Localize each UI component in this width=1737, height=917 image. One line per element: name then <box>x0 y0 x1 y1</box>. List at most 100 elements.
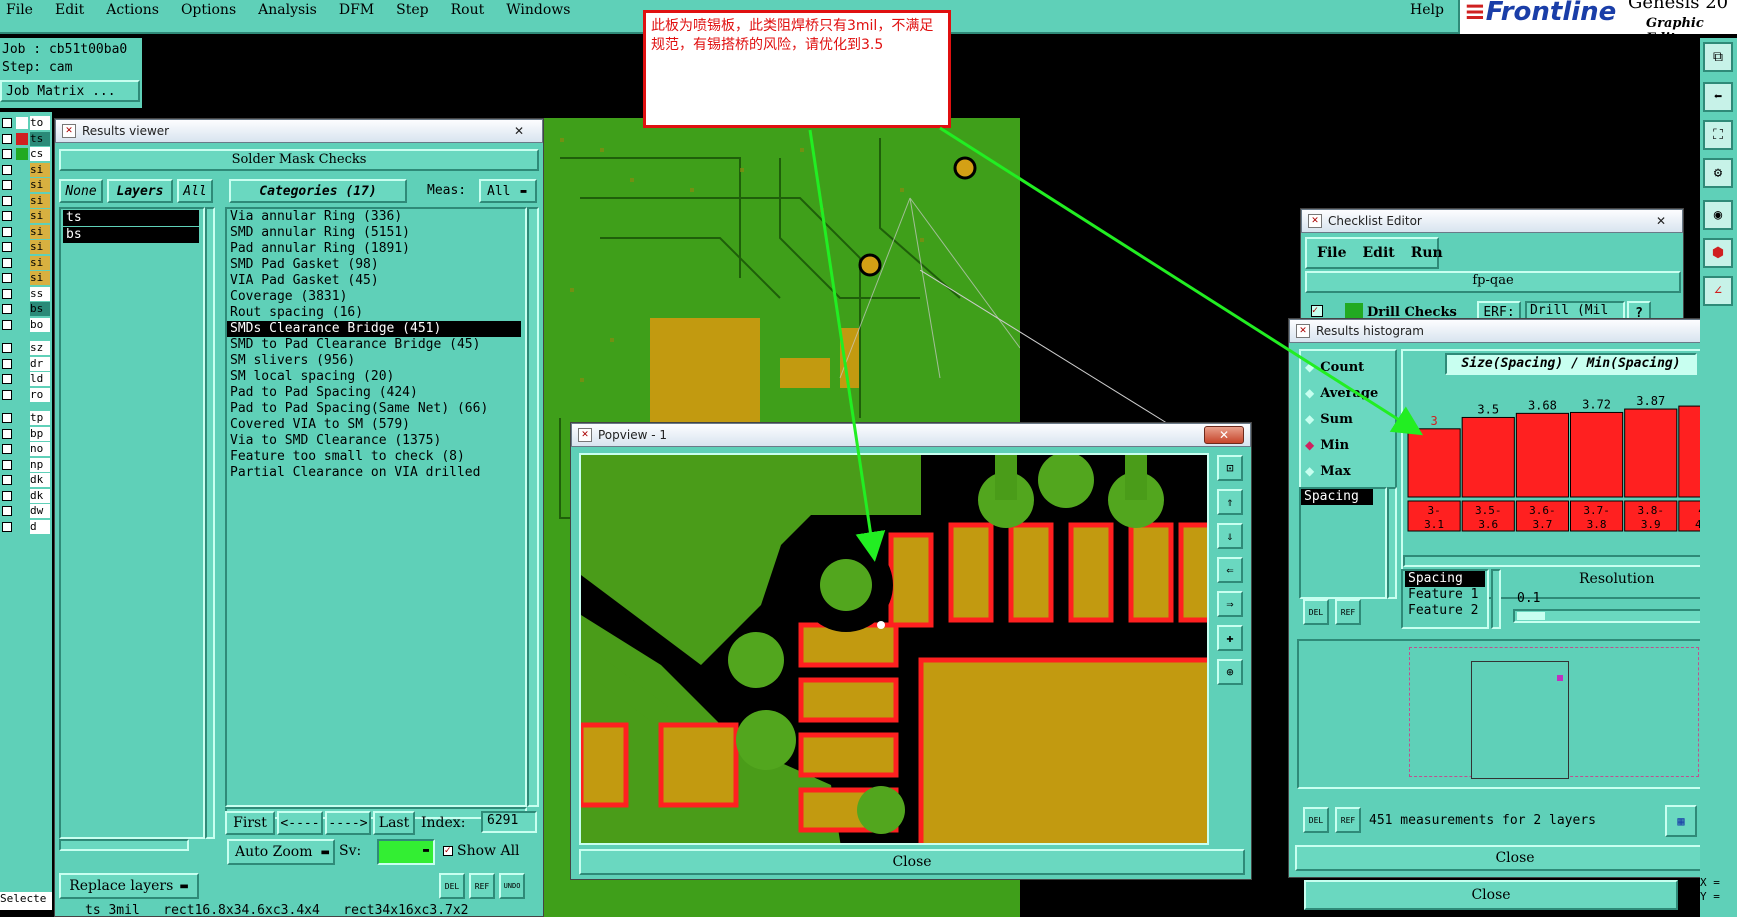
menu-edit[interactable]: Edit <box>55 2 84 18</box>
layer-checkbox-icon[interactable] <box>2 257 12 268</box>
histogram-close-button[interactable]: Close <box>1295 845 1735 871</box>
close-icon[interactable]: ✕ <box>1656 214 1666 228</box>
categories-button[interactable]: Categories (17) <box>229 179 407 203</box>
measure-icon[interactable]: ∠ <box>1703 276 1733 306</box>
auto-zoom-dropdown[interactable]: Auto Zoom ▬ <box>227 839 335 865</box>
layer-tab[interactable]: si <box>0 255 52 270</box>
category-item[interactable]: SMD to Pad Clearance Bridge (45) <box>227 337 521 353</box>
popview-close-button[interactable]: Close <box>579 849 1245 875</box>
layer-tab[interactable]: to <box>0 116 52 130</box>
chart-hscrollbar[interactable] <box>1403 555 1736 567</box>
layer-checkbox-icon[interactable] <box>2 226 12 237</box>
category-item[interactable]: SMD Pad Gasket (98) <box>227 257 521 273</box>
histogram-bar[interactable] <box>1407 428 1461 498</box>
window-restore-icon[interactable]: ⧉ <box>1703 42 1733 72</box>
layer-checkbox-icon[interactable] <box>2 459 12 470</box>
layer-checkbox-icon[interactable] <box>2 389 12 400</box>
layer-checkbox-icon[interactable] <box>2 288 12 299</box>
layer-tab[interactable]: ld <box>0 372 52 386</box>
layers-all-button[interactable]: All <box>177 179 213 203</box>
preview-ref-button[interactable]: REF <box>1335 807 1361 833</box>
layer-tab[interactable]: dw <box>0 504 52 518</box>
category-item[interactable]: Pad to Pad Spacing(Same Net) (66) <box>227 401 521 417</box>
window-left-icon[interactable]: ⬅ <box>1703 82 1733 112</box>
layer-tab[interactable]: bo <box>0 317 52 332</box>
radio-selected-icon[interactable]: ◆ <box>1305 438 1314 452</box>
radio-icon[interactable]: ◆ <box>1305 386 1314 400</box>
spacing-tag[interactable]: Spacing <box>1301 489 1373 505</box>
layer-checkbox-icon[interactable] <box>2 343 12 353</box>
histogram-option[interactable]: ◆ Max <box>1305 461 1351 481</box>
layer-tab[interactable]: ts <box>0 131 52 146</box>
ref-button[interactable]: REF <box>469 873 495 899</box>
histogram-option[interactable]: ◆ Average <box>1305 383 1378 403</box>
first-button[interactable]: First <box>225 811 275 835</box>
checklist-close-button[interactable]: Close <box>1304 880 1678 910</box>
layer-tab[interactable]: si <box>0 178 52 192</box>
menu-actions[interactable]: Actions <box>106 2 159 18</box>
prev-button[interactable]: <---- <box>277 811 323 835</box>
layer-checkbox-icon[interactable] <box>2 149 12 159</box>
chart-view-icon[interactable]: ▦ <box>1665 805 1697 837</box>
checkbox-checked-icon[interactable]: ✓ <box>1311 305 1323 317</box>
layer-checkbox-icon[interactable] <box>2 506 12 516</box>
category-item[interactable]: Via to SMD Clearance (1375) <box>227 433 521 449</box>
layers-hscrollbar[interactable] <box>59 839 189 851</box>
layer-tab[interactable]: si <box>0 240 52 254</box>
layers-scrollbar[interactable] <box>205 207 215 839</box>
meas-dropdown[interactable]: All ▬ <box>479 179 537 203</box>
feature-list-scrollbar[interactable] <box>1491 569 1501 629</box>
index-input[interactable]: 6291 <box>481 811 537 833</box>
radio-icon[interactable]: ◆ <box>1305 360 1314 374</box>
del-button[interactable]: DEL <box>439 873 465 899</box>
layer-tab[interactable]: tp <box>0 411 52 425</box>
menu-windows[interactable]: Windows <box>506 2 570 18</box>
layer-tab[interactable]: bp <box>0 426 52 441</box>
layer-tab[interactable]: d <box>0 519 52 534</box>
layer-checkbox-icon[interactable] <box>2 118 12 128</box>
category-item[interactable]: Pad annular Ring (1891) <box>227 241 521 257</box>
layer-tab[interactable]: ro <box>0 387 52 402</box>
layer-checkbox-icon[interactable] <box>2 490 12 501</box>
layer-checkbox-icon[interactable] <box>2 444 12 454</box>
radio-icon[interactable]: ◆ <box>1305 464 1314 478</box>
histogram-option[interactable]: ◆ Sum <box>1305 409 1353 429</box>
snap-icon[interactable]: ◉ <box>1703 200 1733 230</box>
feature-item[interactable]: Feature 2 <box>1405 603 1485 619</box>
last-button[interactable]: Last <box>373 811 415 835</box>
close-icon[interactable]: ✕ <box>514 124 524 138</box>
category-item[interactable]: Pad to Pad Spacing (424) <box>227 385 521 401</box>
layer-item[interactable]: ts <box>63 210 199 226</box>
layer-checkbox-icon[interactable] <box>2 242 12 252</box>
layer-checkbox-icon[interactable] <box>2 428 12 439</box>
histogram-ref-button[interactable]: REF <box>1335 599 1361 625</box>
layers-none-button[interactable]: None <box>59 179 103 203</box>
spacing-tag-scrollbar[interactable] <box>1387 487 1397 599</box>
layer-item[interactable]: bs <box>63 227 199 243</box>
category-item[interactable]: SMDs Clearance Bridge (451) <box>227 321 521 337</box>
menu-options[interactable]: Options <box>181 2 236 18</box>
checklist-menu-file[interactable]: File <box>1317 245 1346 261</box>
checklist-menu-edit[interactable]: Edit <box>1362 245 1394 261</box>
radio-icon[interactable]: ◆ <box>1305 412 1314 426</box>
pan-right-icon[interactable]: ⇒ <box>1217 591 1243 617</box>
histogram-option[interactable]: ◆ Min <box>1305 435 1349 455</box>
pan-down-icon[interactable]: ⇓ <box>1217 523 1243 549</box>
menu-rout[interactable]: Rout <box>451 2 485 18</box>
histogram-bar[interactable] <box>1570 411 1624 498</box>
menu-step[interactable]: Step <box>396 2 428 18</box>
layer-checkbox-icon[interactable] <box>2 195 12 206</box>
category-item[interactable]: Covered VIA to SM (579) <box>227 417 521 433</box>
layer-checkbox-icon[interactable] <box>2 211 12 221</box>
layer-checkbox-icon[interactable] <box>2 133 12 144</box>
feature-item[interactable]: Feature 1 <box>1405 587 1485 603</box>
category-item[interactable]: Rout spacing (16) <box>227 305 521 321</box>
histogram-bar[interactable] <box>1461 416 1515 498</box>
layer-tab[interactable]: ss <box>0 286 52 301</box>
layer-checkbox-icon[interactable] <box>2 374 12 384</box>
layer-tab[interactable]: si <box>0 193 52 208</box>
layer-checkbox-icon[interactable] <box>2 413 12 423</box>
layer-tab[interactable]: si <box>0 162 52 177</box>
undo-button[interactable]: UNDO <box>499 873 525 899</box>
category-item[interactable]: SM slivers (956) <box>227 353 521 369</box>
